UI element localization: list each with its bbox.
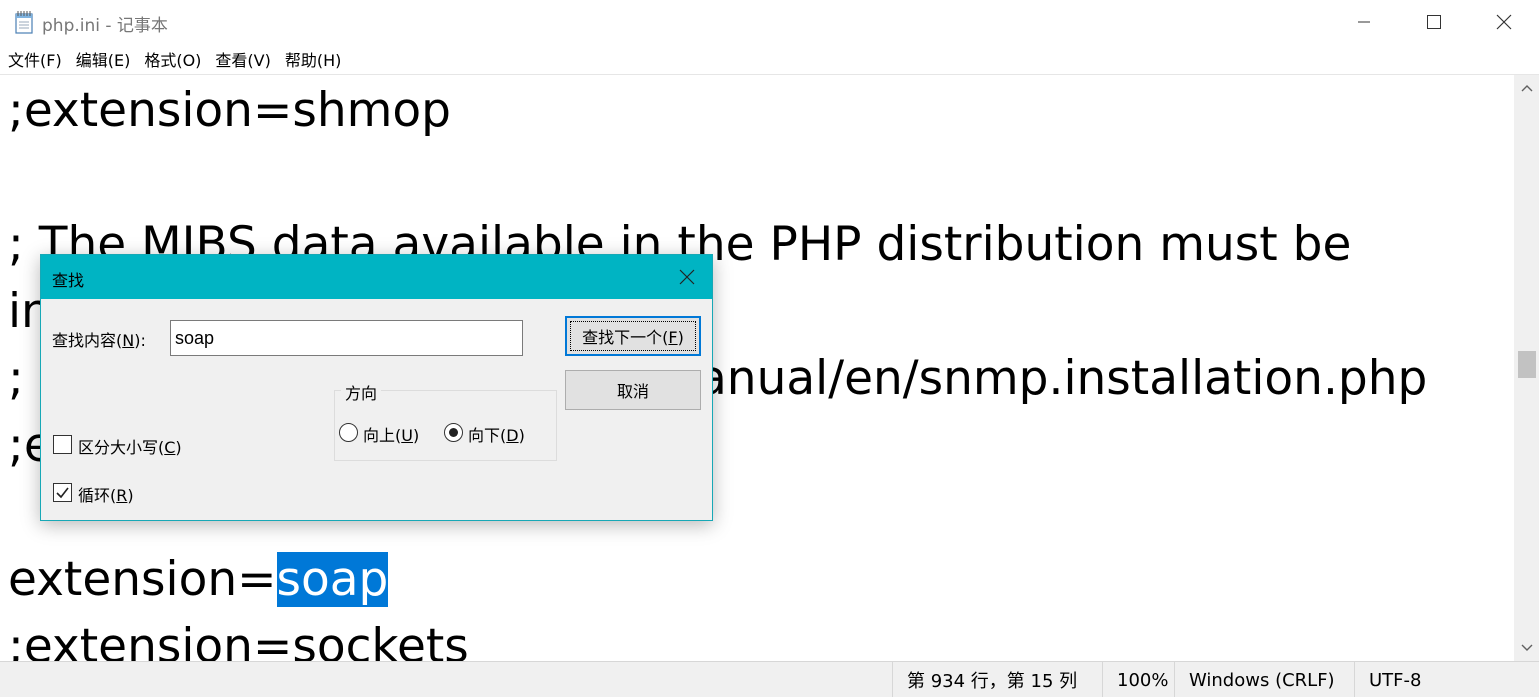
maximize-button[interactable] [1399, 0, 1469, 44]
vertical-scrollbar[interactable] [1514, 75, 1539, 661]
scroll-up-button[interactable] [1514, 75, 1539, 101]
status-encoding: UTF-8 [1354, 662, 1539, 697]
chevron-up-icon [1521, 85, 1532, 92]
menu-bar: 文件(F) 编辑(E) 格式(O) 查看(V) 帮助(H) [0, 44, 1539, 74]
direction-up-radio[interactable] [339, 423, 358, 442]
find-what-input[interactable] [170, 320, 523, 356]
menu-view[interactable]: 查看(V) [215, 47, 270, 71]
direction-down-radio[interactable] [444, 423, 463, 442]
status-cursor-position: 第 934 行，第 15 列 [892, 662, 1102, 697]
checkmark-icon [56, 487, 69, 499]
editor-line: ;extension=sockets [8, 619, 469, 661]
maximize-icon [1427, 15, 1441, 29]
close-icon [679, 269, 695, 285]
minimize-icon [1358, 21, 1370, 23]
window-title: php.ini - 记事本 [42, 16, 168, 36]
status-line-ending: Windows (CRLF) [1174, 662, 1354, 697]
dialog-close-button[interactable] [662, 255, 712, 299]
find-what-label: 查找内容(N): [52, 331, 146, 350]
close-window-button[interactable] [1469, 0, 1539, 44]
status-bar: 第 934 行，第 15 列 100% Windows (CRLF) UTF-8 [0, 661, 1539, 697]
close-icon [1496, 14, 1512, 30]
radio-selected-dot [449, 428, 458, 437]
match-case-checkbox[interactable] [53, 435, 72, 454]
editor-line-start: ; [8, 351, 24, 406]
find-dialog: 查找 查找内容(N): 查找下一个(F) 取消 方向 向上(U) 向下(D) 区… [40, 254, 713, 521]
editor-line-text: extension= [8, 552, 277, 607]
direction-up-label[interactable]: 向上(U) [363, 422, 419, 446]
editor-line-tail: anual/en/snmp.installation.php [698, 351, 1428, 406]
title-bar: php.ini - 记事本 [0, 0, 1539, 44]
match-case-label[interactable]: 区分大小写(C) [78, 434, 182, 458]
direction-down-label[interactable]: 向下(D) [468, 422, 525, 446]
scroll-down-button[interactable] [1514, 635, 1539, 661]
dialog-title: 查找 [52, 271, 85, 290]
direction-label: 方向 [341, 380, 382, 404]
menu-help[interactable]: 帮助(H) [285, 47, 342, 71]
editor-line: ; anual/en/snmp.installation.php [8, 345, 1427, 412]
editor-line: ;extension=shmop [8, 83, 451, 138]
wrap-around-label[interactable]: 循环(R) [78, 482, 134, 506]
status-zoom: 100% [1102, 662, 1174, 697]
find-next-button[interactable]: 查找下一个(F) [565, 316, 701, 356]
chevron-down-icon [1521, 644, 1532, 651]
menu-file[interactable]: 文件(F) [8, 47, 62, 71]
menu-format[interactable]: 格式(O) [144, 47, 201, 71]
notepad-icon [15, 11, 33, 34]
dialog-title-bar: 查找 [41, 255, 712, 299]
cancel-button[interactable]: 取消 [565, 370, 701, 410]
minimize-button[interactable] [1329, 0, 1399, 44]
selected-text: soap [276, 552, 389, 607]
editor-line: extension=soap [8, 546, 389, 613]
wrap-around-checkbox[interactable] [53, 483, 72, 502]
menu-edit[interactable]: 编辑(E) [76, 47, 131, 71]
scrollbar-thumb[interactable] [1518, 351, 1536, 378]
